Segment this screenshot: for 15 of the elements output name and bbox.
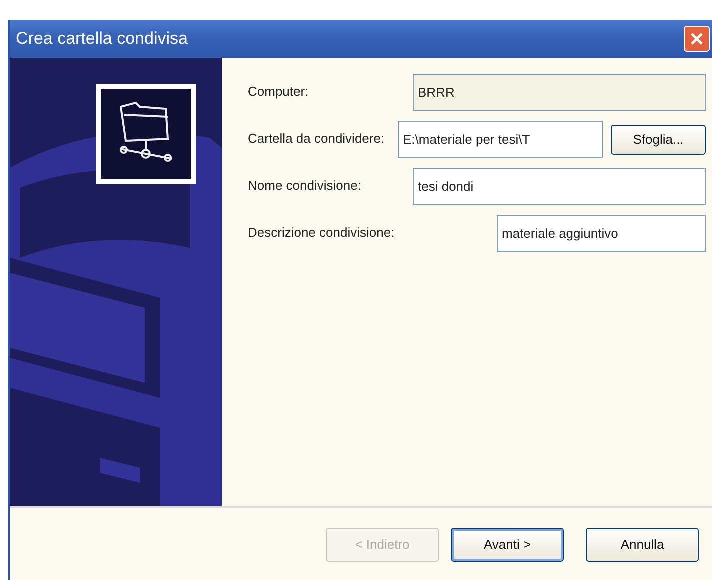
field-label: Cartella da condividere: [248,132,386,147]
browse-button[interactable]: Sfoglia... [611,124,706,154]
window-title: Crea cartella condivisa [16,28,188,50]
wizard-button[interactable]: Avanti > [451,528,564,562]
close-icon [689,31,705,47]
text-field[interactable]: tesi dondi [413,168,706,205]
field-label: Computer: [248,85,310,100]
field-label: Descrizione condivisione: [248,226,396,241]
text-field[interactable]: BRRR [413,74,706,111]
close-button[interactable] [684,26,710,52]
shared-folder-icon [96,84,196,184]
wizard-button[interactable]: Annulla [586,528,699,562]
field-label: Nome condivisione: [248,179,362,194]
text-field[interactable]: E:\materiale per tesi\T [398,121,603,158]
text-field[interactable]: materiale aggiuntivo [497,215,706,252]
